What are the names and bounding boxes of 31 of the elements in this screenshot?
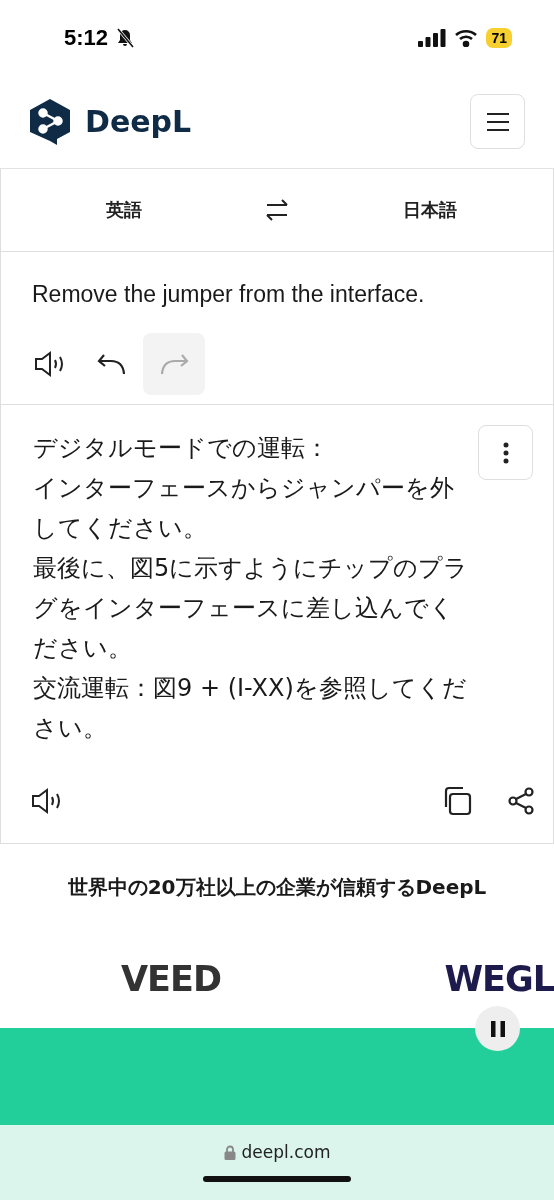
bell-muted-icon	[116, 27, 135, 48]
translated-text: デジタルモードでの運転：	[33, 433, 330, 464]
company-logo: WEGL	[444, 959, 554, 999]
speaker-icon	[34, 351, 66, 377]
pause-button[interactable]	[475, 1006, 520, 1051]
company-logo: VEED	[121, 959, 221, 999]
translated-text: 最後に、図5に示すようにチップのプラグをインターフェースに差し込んでください。	[33, 553, 470, 664]
undo-icon	[97, 353, 127, 375]
kebab-icon	[502, 441, 509, 464]
translated-text: 交流運転：図9 + (I-XX)を参照してください。	[33, 673, 468, 744]
target-language[interactable]: 日本語	[397, 197, 463, 223]
source-text-line: Remove the jumper from the interface.	[32, 280, 426, 309]
speaker-icon	[31, 788, 63, 814]
menu-button[interactable]	[470, 94, 525, 149]
brand-name: DeepL	[85, 104, 192, 139]
source-language[interactable]: 英語	[100, 197, 148, 223]
swap-arrows-icon	[265, 198, 289, 222]
status-time: 5:12	[64, 24, 109, 51]
lock-icon	[223, 1144, 236, 1160]
battery-level: 71	[486, 27, 512, 48]
menu-icon	[486, 112, 509, 131]
translated-text: インターフェースからジャンパーを外してください。	[33, 473, 455, 544]
brand-logo-icon	[29, 97, 71, 146]
trusted-heading: 世界中の20万社以上の企業が信頼するDeepL	[67, 874, 487, 901]
wifi-icon	[454, 28, 479, 47]
pause-icon	[490, 1020, 505, 1037]
url-text[interactable]: deepl.com	[241, 1142, 331, 1162]
redo-icon	[159, 353, 189, 375]
listen-button[interactable]	[31, 788, 63, 814]
signal-icon	[418, 28, 447, 47]
share-button[interactable]	[507, 787, 535, 815]
